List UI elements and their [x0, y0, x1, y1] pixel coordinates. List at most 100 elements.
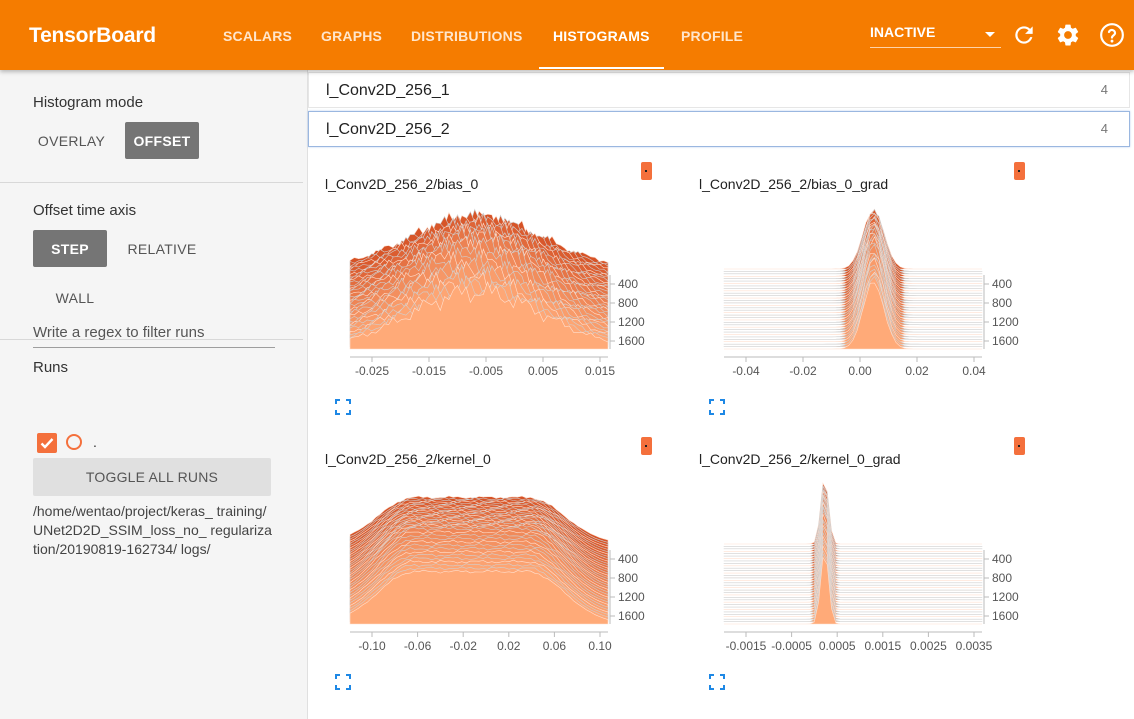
x-tick-label: -0.02 — [789, 364, 817, 378]
histogram-chart: -0.0015 -0.0005 0.0005 0.0015 0.0025 0.0035 40… — [723, 482, 1019, 653]
group-count: 4 — [1100, 121, 1108, 136]
y-tick-label: 1600 — [992, 334, 1019, 348]
inactive-dashboards-select[interactable]: INACTIVE — [870, 24, 1001, 48]
histogram-slice — [723, 500, 983, 576]
chart-title: l_Conv2D_256_2/bias_0_grad — [699, 176, 889, 192]
x-tick-label: 0.02 — [905, 364, 929, 378]
expand-icon[interactable] — [335, 399, 351, 415]
tag-group-conv2d-256-1[interactable]: l_Conv2D_256_1 4 — [308, 72, 1130, 108]
histogram-slice — [724, 482, 982, 545]
run-checkbox[interactable] — [37, 433, 57, 453]
divider — [0, 182, 303, 183]
x-tick-label: -0.06 — [404, 639, 432, 653]
run-color-radio[interactable] — [66, 434, 82, 450]
step-button[interactable]: STEP — [33, 230, 107, 267]
help-icon[interactable] — [1099, 22, 1125, 48]
group-count: 4 — [1100, 82, 1108, 97]
run-filter-input[interactable]: Write a regex to filter runs — [33, 324, 275, 348]
y-tick-label: 400 — [992, 277, 1012, 291]
offset-time-axis-title: Offset time axis — [33, 202, 137, 219]
histogram-slice — [723, 494, 983, 564]
tag-group-conv2d-256-2[interactable]: l_Conv2D_256_2 4 — [308, 111, 1130, 147]
sidebar: Histogram mode OVERLAY OFFSET Offset tim… — [0, 70, 308, 719]
chart-title: l_Conv2D_256_2/bias_0 — [325, 176, 479, 192]
check-icon — [40, 438, 54, 449]
histogram-slice — [723, 541, 983, 615]
x-tick-label: 0.10 — [588, 639, 612, 653]
run-color-tag — [641, 162, 652, 180]
tab-scalars[interactable]: SCALARS — [223, 28, 292, 44]
overlay-button[interactable]: OVERLAY — [33, 122, 110, 159]
chart-title: l_Conv2D_256_2/kernel_0_grad — [699, 451, 901, 467]
settings-icon[interactable] — [1055, 22, 1081, 48]
x-tick-label: 0.0005 — [819, 639, 856, 653]
histogram-slice — [723, 508, 983, 588]
x-tick-label: 0.00 — [848, 364, 872, 378]
histogram-mode-title: Histogram mode — [33, 94, 144, 111]
y-tick-label: 1600 — [618, 609, 645, 623]
offset-button[interactable]: OFFSET — [125, 122, 199, 159]
histogram-slice — [723, 521, 983, 601]
tab-distributions[interactable]: DISTRIBUTIONS — [411, 28, 523, 44]
x-tick-label: -0.0015 — [726, 639, 767, 653]
relative-button[interactable]: RELATIVE — [122, 230, 202, 267]
run-name-label: . — [93, 434, 97, 450]
histogram-slice — [723, 499, 983, 574]
y-tick-label: 1600 — [992, 609, 1019, 623]
run-color-tag — [641, 437, 652, 455]
wall-button[interactable]: WALL — [40, 279, 110, 316]
x-tick-label: -0.02 — [450, 639, 478, 653]
histogram-slice — [723, 484, 983, 547]
logdir-path: /home/wentao/project/keras_ training/UNe… — [33, 503, 272, 557]
x-tick-label: -0.10 — [358, 639, 386, 653]
tab-histograms[interactable]: HISTOGRAMS — [553, 28, 650, 44]
histogram-slice — [724, 208, 982, 270]
y-tick-label: 1200 — [992, 315, 1019, 329]
histogram-chart: -0.10 -0.06 -0.02 0.02 0.06 0.10 400 800 1200 160… — [349, 495, 645, 653]
y-tick-label: 800 — [992, 296, 1012, 310]
histogram-chart: -0.025 -0.015 -0.005 0.005 0.015 400 800 1200 16… — [349, 208, 645, 378]
expand-icon[interactable] — [709, 399, 725, 415]
run-color-tag — [1014, 162, 1025, 180]
histogram-card-bias-0-grad: l_Conv2D_256_2/bias_0_grad -0.04 -0.02 0.0… — [682, 149, 1052, 417]
x-tick-label: 0.0015 — [864, 639, 901, 653]
y-tick-label: 1200 — [618, 590, 645, 604]
histogram-slice — [723, 488, 983, 552]
histogram-card-kernel-0: l_Conv2D_256_2/kernel_0 -0.10 -0.06 -0.02 0… — [308, 424, 678, 692]
app-title: TensorBoard — [29, 24, 156, 47]
group-name: l_Conv2D_256_2 — [326, 121, 450, 138]
x-tick-label: -0.04 — [732, 364, 760, 378]
run-filter-placeholder: Write a regex to filter runs — [33, 324, 205, 341]
histogram-slice — [723, 495, 983, 567]
main-content: l_Conv2D_256_1 4 l_Conv2D_256_2 4 l_Conv… — [308, 70, 1134, 719]
x-tick-label: -0.025 — [355, 364, 389, 378]
y-tick-label: 1200 — [992, 590, 1019, 604]
x-tick-label: 0.0035 — [956, 639, 993, 653]
inactive-select-label: INACTIVE — [870, 24, 936, 40]
expand-icon[interactable] — [335, 674, 351, 690]
histogram-chart: -0.04 -0.02 0.00 0.02 0.04 400 800 1200 1600 — [723, 208, 1019, 378]
histogram-card-bias-0: l_Conv2D_256_2/bias_0 -0.025 -0.015 -0.005… — [308, 149, 678, 417]
y-tick-label: 800 — [618, 296, 638, 310]
y-tick-label: 400 — [618, 277, 638, 291]
y-tick-label: 800 — [618, 571, 638, 585]
chevron-down-icon — [985, 32, 995, 37]
histogram-slice — [723, 501, 983, 579]
run-color-tag — [1014, 437, 1025, 455]
toggle-all-runs-button[interactable]: TOGGLE ALL RUNS — [33, 458, 271, 496]
histogram-slice — [723, 506, 983, 586]
refresh-icon[interactable] — [1011, 22, 1037, 48]
histogram-card-kernel-0-grad: l_Conv2D_256_2/kernel_0_grad -0.0015 -0.0… — [682, 424, 1052, 692]
tab-profile[interactable]: PROFILE — [681, 28, 743, 44]
expand-icon[interactable] — [709, 674, 725, 690]
histogram-slice — [723, 504, 983, 584]
histogram-slice — [723, 544, 983, 618]
group-name: l_Conv2D_256_1 — [326, 82, 450, 99]
histogram-slice — [723, 223, 983, 294]
tab-graphs[interactable]: GRAPHS — [321, 28, 382, 44]
histogram-slice — [723, 212, 983, 272]
histogram-slice — [723, 502, 983, 581]
histogram-slice — [723, 495, 983, 569]
y-tick-label: 400 — [618, 552, 638, 566]
x-tick-label: 0.005 — [528, 364, 558, 378]
